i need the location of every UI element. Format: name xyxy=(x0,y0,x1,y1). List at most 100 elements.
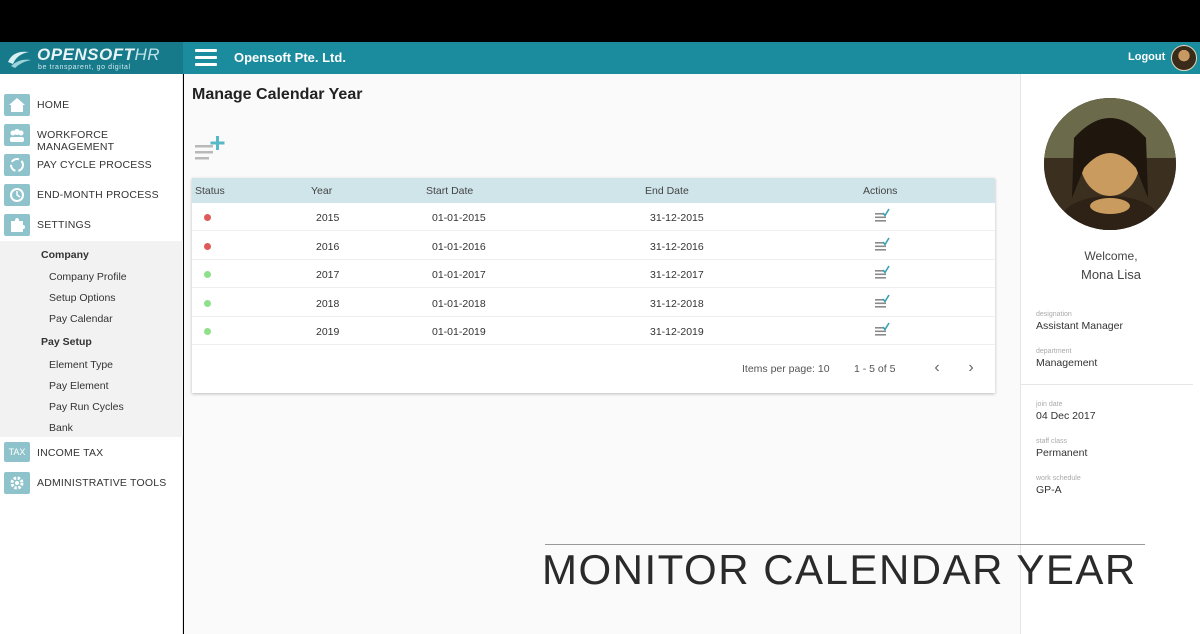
column-header-end-date[interactable]: End Date xyxy=(645,185,689,197)
edit-icon[interactable] xyxy=(874,236,890,252)
submenu-item-company-profile[interactable]: Company Profile xyxy=(49,271,127,283)
user-avatar[interactable] xyxy=(1171,45,1197,71)
table-row: 2019 01-01-2019 31-12-2019 xyxy=(192,317,995,345)
sidebar-item-label: HOME xyxy=(37,99,70,111)
submenu-item-element-type[interactable]: Element Type xyxy=(49,359,113,371)
top-bar: OPENSOFTHR be transparent, go digital Op… xyxy=(0,42,1200,74)
sidebar-item-label: WORKFORCE MANAGEMENT xyxy=(37,129,115,153)
submenu-item-bank[interactable]: Bank xyxy=(49,422,73,434)
sidebar-item-label: INCOME TAX xyxy=(37,447,104,459)
start-date-cell: 01-01-2017 xyxy=(432,269,486,281)
sidebar-item-workforce[interactable]: WORKFORCE MANAGEMENT xyxy=(0,122,183,153)
welcome-text: Welcome, xyxy=(1084,249,1138,263)
submenu-item-pay-run-cycles[interactable]: Pay Run Cycles xyxy=(49,401,124,413)
submenu-heading-pay-setup: Pay Setup xyxy=(41,336,92,348)
start-date-cell: 01-01-2018 xyxy=(432,297,486,310)
page-title: Manage Calendar Year xyxy=(192,86,363,103)
status-dot xyxy=(204,271,211,278)
sidebar: HOME WORKFORCE MANAGEMENT PAY CYCLE PROC… xyxy=(0,74,183,634)
join-date-label: join date xyxy=(1036,401,1063,408)
submenu-item-setup-options[interactable]: Setup Options xyxy=(49,292,116,304)
puzzle-icon xyxy=(4,214,30,236)
table-row: 2017 01-01-2017 31-12-2017 xyxy=(192,260,995,288)
sidebar-item-label: END-MONTH PROCESS xyxy=(37,189,159,201)
company-name: Opensoft Pte. Ltd. xyxy=(234,50,346,65)
app-logo[interactable]: OPENSOFTHR be transparent, go digital xyxy=(0,42,183,74)
people-icon xyxy=(4,124,30,146)
column-header-status[interactable]: Status xyxy=(195,185,225,197)
designation-label: designation xyxy=(1036,311,1072,318)
edit-icon[interactable] xyxy=(874,321,890,337)
caption-rule xyxy=(545,544,1145,545)
column-header-actions: Actions xyxy=(863,185,898,197)
work-schedule-value: GP-A xyxy=(1036,484,1062,496)
sidebar-item-income-tax[interactable]: TAX INCOME TAX xyxy=(0,440,183,466)
sidebar-item-home[interactable]: HOME xyxy=(0,92,183,118)
profile-portrait xyxy=(1044,98,1176,230)
divider xyxy=(1021,384,1193,385)
status-dot xyxy=(204,214,211,221)
items-per-page[interactable]: Items per page: 10 xyxy=(742,363,830,375)
cycle-icon xyxy=(4,154,30,176)
end-date-cell: 31-12-2018 xyxy=(650,297,704,310)
start-date-cell: 01-01-2016 xyxy=(432,240,486,253)
calendar-year-table: Status Year Start Date End Date Actions … xyxy=(192,178,995,393)
staff-class-value: Permanent xyxy=(1036,447,1088,459)
logout-link[interactable]: Logout xyxy=(1128,51,1165,63)
staff-class-label: staff class xyxy=(1036,438,1067,445)
table-row: 2018 01-01-2018 31-12-2018 xyxy=(192,289,995,317)
sidebar-item-end-month[interactable]: END-MONTH PROCESS xyxy=(0,182,183,208)
end-date-cell: 31-12-2019 xyxy=(650,326,704,338)
end-date-cell: 31-12-2015 xyxy=(650,212,704,224)
edit-icon[interactable] xyxy=(874,264,890,280)
tax-icon: TAX xyxy=(4,442,30,462)
sidebar-item-label: SETTINGS xyxy=(37,219,92,231)
calendar-icon xyxy=(4,184,30,206)
table-row: 2016 01-01-2016 31-12-2016 xyxy=(192,232,995,260)
sidebar-item-pay-cycle[interactable]: PAY CYCLE PROCESS xyxy=(0,152,183,178)
sidebar-item-label: PAY CYCLE PROCESS xyxy=(37,159,152,171)
end-date-cell: 31-12-2017 xyxy=(650,269,704,281)
start-date-cell: 01-01-2015 xyxy=(432,212,486,224)
chevron-right-icon[interactable]: › xyxy=(962,359,980,377)
video-caption: MONITOR CALENDAR YEAR xyxy=(542,546,1137,593)
status-dot xyxy=(204,328,211,335)
edit-icon[interactable] xyxy=(874,293,890,309)
page-range: 1 - 5 of 5 xyxy=(854,363,896,375)
logo-swirl-icon xyxy=(8,51,31,68)
column-header-start-date[interactable]: Start Date xyxy=(426,185,473,197)
status-dot xyxy=(204,242,211,250)
join-date-value: 04 Dec 2017 xyxy=(1036,410,1096,422)
work-schedule-label: work schedule xyxy=(1036,475,1081,482)
home-icon xyxy=(4,94,30,116)
add-list-icon[interactable] xyxy=(194,134,232,162)
year-cell: 2017 xyxy=(316,269,340,281)
column-header-year[interactable]: Year xyxy=(311,185,332,197)
submenu-item-pay-calendar[interactable]: Pay Calendar xyxy=(49,313,113,325)
year-cell: 2015 xyxy=(316,212,340,224)
settings-submenu: Company Company Profile Setup Options Pa… xyxy=(0,241,183,437)
submenu-heading-company: Company xyxy=(41,249,89,261)
status-dot xyxy=(204,299,211,307)
table-row: 2015 01-01-2015 31-12-2015 xyxy=(192,203,995,231)
sidebar-item-admin-tools[interactable]: ADMINISTRATIVE TOOLS xyxy=(0,470,183,496)
sidebar-item-settings[interactable]: SETTINGS xyxy=(0,212,183,238)
sidebar-item-label: ADMINISTRATIVE TOOLS xyxy=(37,477,167,489)
gear-icon xyxy=(4,472,30,494)
year-cell: 2016 xyxy=(316,240,340,253)
brand-name: OPENSOFTHR xyxy=(37,45,161,64)
chevron-left-icon[interactable]: ‹ xyxy=(928,359,946,377)
year-cell: 2019 xyxy=(316,326,340,338)
start-date-cell: 01-01-2019 xyxy=(432,326,486,338)
department-value: Management xyxy=(1036,357,1098,369)
table-header: Status Year Start Date End Date Actions xyxy=(192,178,995,203)
video-letterbox xyxy=(0,0,1200,42)
end-date-cell: 31-12-2016 xyxy=(650,240,704,253)
user-name: Mona Lisa xyxy=(1081,267,1141,282)
edit-icon[interactable] xyxy=(874,207,890,223)
designation-value: Assistant Manager xyxy=(1036,320,1123,332)
menu-toggle-icon[interactable] xyxy=(195,49,217,67)
submenu-item-pay-element[interactable]: Pay Element xyxy=(49,380,109,392)
brand-tagline: be transparent, go digital xyxy=(38,64,131,71)
year-cell: 2018 xyxy=(316,297,340,310)
